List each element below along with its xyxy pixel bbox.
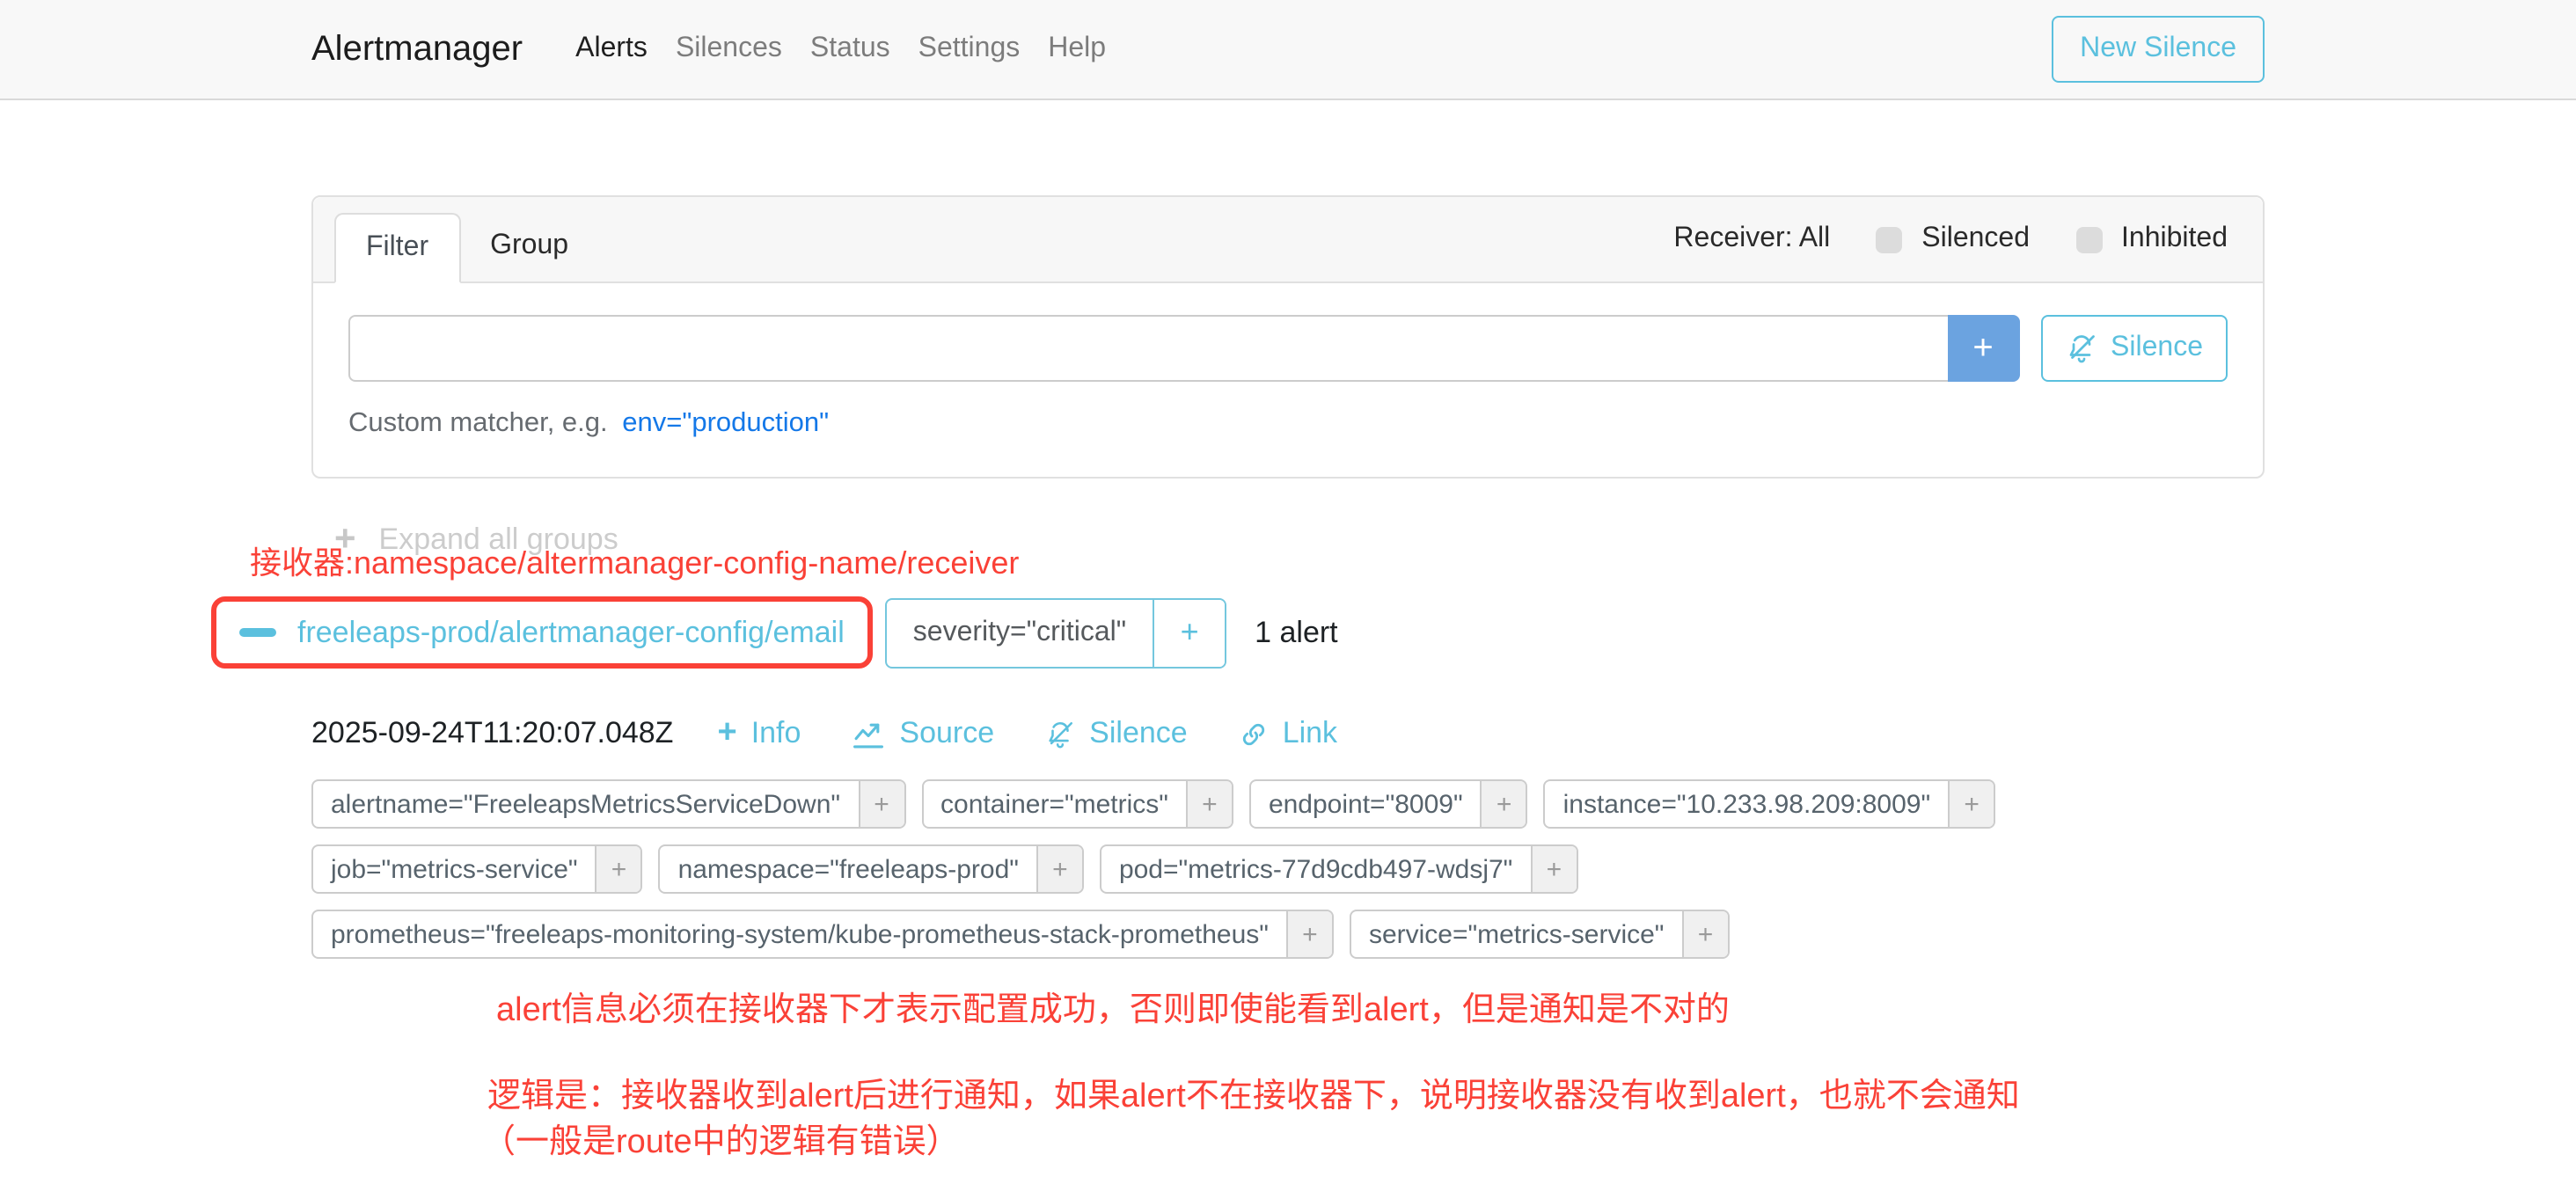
group-matcher: severity="critical" + <box>885 597 1226 668</box>
receiver-filter[interactable]: Receiver: All <box>1673 223 1830 255</box>
link-button[interactable]: Link <box>1239 716 1337 751</box>
matcher-input[interactable] <box>348 315 1947 382</box>
filter-tabs: Filter Group <box>334 213 598 283</box>
tab-group[interactable]: Group <box>460 213 598 283</box>
filter-panel: Filter Group Receiver: All Silenced Inhi… <box>311 195 2265 479</box>
logic-annotation-line2: （一般是route中的逻辑有错误） <box>482 1121 2265 1166</box>
filter-panel-body: + Silence Custom matcher, e.g. env="prod… <box>313 283 2263 477</box>
add-label-filter-button[interactable]: + <box>1948 781 1994 827</box>
receiver-group-name: freeleaps-prod/alertmanager-config/email <box>297 615 845 650</box>
source-button[interactable]: Source <box>852 716 994 751</box>
add-label-filter-button[interactable]: + <box>1530 846 1576 892</box>
tab-filter[interactable]: Filter <box>334 213 460 283</box>
silenced-label: Silenced <box>1921 223 2030 255</box>
add-label-filter-button[interactable]: + <box>1186 781 1232 827</box>
main-content: Filter Group Receiver: All Silenced Inhi… <box>311 195 2265 1166</box>
alert-label-text: service="metrics-service" <box>1351 911 1682 957</box>
silenced-checkbox[interactable] <box>1876 226 1902 252</box>
alert-label-text: endpoint="8009" <box>1251 781 1481 827</box>
helper-example-link[interactable]: env="production" <box>622 408 829 438</box>
logic-annotation-text: 逻辑是：接收器收到alert后进行通知，如果alert不在接收器下，说明接收器没… <box>487 1075 2265 1166</box>
alert-label-tag: namespace="freeleaps-prod" + <box>659 844 1084 894</box>
info-button[interactable]: + Info <box>717 716 801 751</box>
add-label-filter-button[interactable]: + <box>596 846 641 892</box>
silence-label: Silence <box>1089 716 1188 751</box>
chart-line-icon <box>852 719 885 749</box>
group-matcher-add-button[interactable]: + <box>1153 599 1225 666</box>
alert-label-tag: pod="metrics-77d9cdb497-wdsj7" + <box>1100 844 1577 894</box>
alert-label-tag: instance="10.233.98.209:8009" + <box>1544 779 1996 829</box>
alert-label-text: job="metrics-service" <box>313 846 596 892</box>
alert-label-tag: service="metrics-service" + <box>1350 910 1730 959</box>
alert-label-text: alertname="FreeleapsMetricsServiceDown" <box>313 781 858 827</box>
alert-label-text: container="metrics" <box>923 781 1186 827</box>
add-label-filter-button[interactable]: + <box>1286 911 1332 957</box>
alert-label-tag: job="metrics-service" + <box>311 844 643 894</box>
alert-count: 1 alert <box>1255 615 1338 650</box>
info-label: Info <box>751 716 801 751</box>
inhibited-label: Inhibited <box>2121 223 2228 255</box>
collapse-minus-icon <box>239 628 276 637</box>
inhibited-checkbox-group[interactable]: Inhibited <box>2075 223 2228 255</box>
chain-link-icon <box>1239 719 1269 749</box>
add-label-filter-button[interactable]: + <box>858 781 904 827</box>
silenced-checkbox-group[interactable]: Silenced <box>1876 223 2030 255</box>
alert-labels: alertname="FreeleapsMetricsServiceDown" … <box>311 779 2141 975</box>
add-label-filter-button[interactable]: + <box>1036 846 1082 892</box>
receiver-group-button[interactable]: freeleaps-prod/alertmanager-config/email <box>211 596 873 669</box>
alert-label-text: prometheus="freeleaps-monitoring-system/… <box>313 911 1286 957</box>
nav-item-silences[interactable]: Silences <box>662 33 796 65</box>
logic-annotation-line1: 逻辑是：接收器收到alert后进行通知，如果alert不在接收器下，说明接收器没… <box>487 1075 2265 1121</box>
group-matcher-label: severity="critical" <box>887 599 1153 666</box>
alert-groups-section: + Expand all groups 接收器:namespace/alterm… <box>311 523 2265 1166</box>
alert-timestamp: 2025-09-24T11:20:07.048Z <box>311 716 673 751</box>
silence-button-label: Silence <box>2111 333 2203 364</box>
top-navbar: Alertmanager Alerts Silences Status Sett… <box>0 0 2576 100</box>
alert-label-text: pod="metrics-77d9cdb497-wdsj7" <box>1101 846 1530 892</box>
link-label: Link <box>1283 716 1337 751</box>
plus-icon: + <box>717 720 736 748</box>
alert-label-text: namespace="freeleaps-prod" <box>661 846 1036 892</box>
receiver-group-row: freeleaps-prod/alertmanager-config/email… <box>211 596 2265 669</box>
nav-item-settings[interactable]: Settings <box>904 33 1035 65</box>
alert-label-tag: endpoint="8009" + <box>1249 779 1528 829</box>
app-brand[interactable]: Alertmanager <box>311 29 523 69</box>
helper-text: Custom matcher, e.g. <box>348 408 608 438</box>
matcher-helper: Custom matcher, e.g. env="production" <box>348 408 2228 440</box>
new-silence-button[interactable]: New Silence <box>2052 16 2265 83</box>
add-label-filter-button[interactable]: + <box>1481 781 1526 827</box>
silence-alert-button[interactable]: Silence <box>1045 716 1188 751</box>
alert-label-text: instance="10.233.98.209:8009" <box>1546 781 1949 827</box>
source-label: Source <box>899 716 994 751</box>
inhibited-checkbox[interactable] <box>2075 226 2102 252</box>
filter-panel-header: Filter Group Receiver: All Silenced Inhi… <box>313 197 2263 283</box>
page: Alertmanager Alerts Silences Status Sett… <box>0 0 2576 1184</box>
alert-label-tag: alertname="FreeleapsMetricsServiceDown" … <box>311 779 905 829</box>
alert-annotation-text: alert信息必须在接收器下才表示配置成功，否则即使能看到alert，但是通知是… <box>496 983 2265 1031</box>
add-label-filter-button[interactable]: + <box>1681 911 1727 957</box>
nav-item-alerts[interactable]: Alerts <box>561 33 662 65</box>
alert-label-tag: container="metrics" + <box>921 779 1233 829</box>
alert-label-tag: prometheus="freeleaps-monitoring-system/… <box>311 910 1334 959</box>
bell-slash-icon <box>1045 719 1075 749</box>
nav-item-help[interactable]: Help <box>1034 33 1120 65</box>
receiver-annotation-text: 接收器:namespace/altermanager-config-name/r… <box>250 538 2265 584</box>
nav-item-status[interactable]: Status <box>796 33 904 65</box>
silence-filter-button[interactable]: Silence <box>2040 315 2228 382</box>
add-matcher-button[interactable]: + <box>1947 315 2019 382</box>
alert-meta-row: 2025-09-24T11:20:07.048Z + Info Source <box>311 716 2265 751</box>
bell-slash-icon <box>2065 333 2097 364</box>
